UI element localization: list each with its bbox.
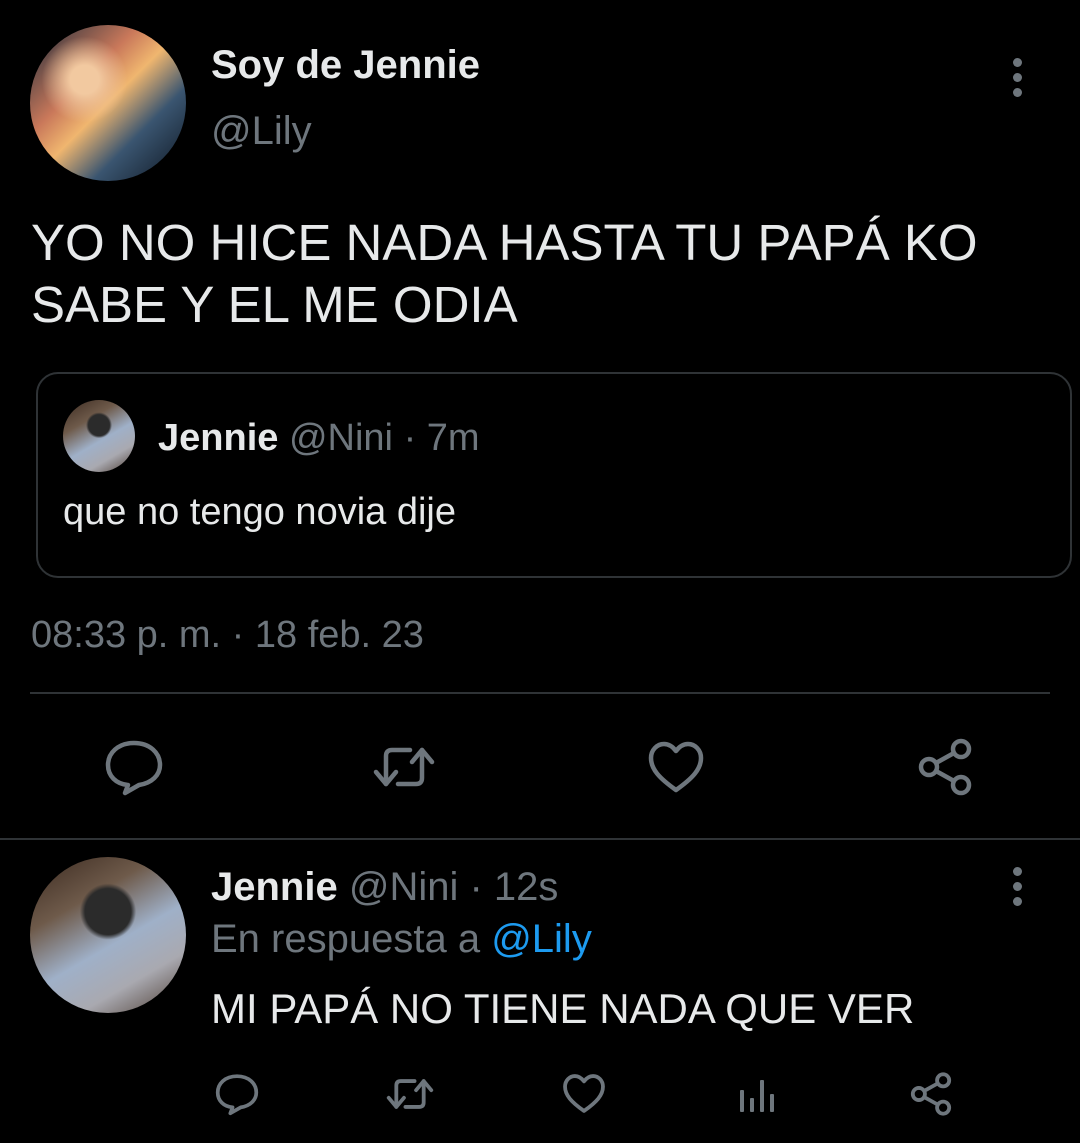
quoted-handle: @Nini (288, 417, 393, 459)
quoted-avatar (63, 400, 135, 472)
reply-display-name[interactable]: Jennie (211, 865, 338, 909)
divider (0, 838, 1080, 840)
handle[interactable]: @Lily (211, 108, 312, 154)
display-name[interactable]: Soy de Jennie (211, 42, 480, 88)
quoted-tweet[interactable] (36, 372, 1072, 578)
divider (30, 692, 1050, 694)
more-options-icon[interactable] (1011, 58, 1023, 97)
reply-handle[interactable]: @Nini (349, 865, 459, 909)
tweet-text: YO NO HICE NADA HASTA TU PAPÁ KO SABE Y … (31, 212, 978, 336)
reply-header: Jennie @Nini · 12s (211, 864, 558, 910)
more-options-icon[interactable] (1011, 867, 1023, 906)
reply-avatar[interactable] (30, 857, 186, 1013)
share-icon[interactable] (915, 738, 975, 796)
quoted-header: Jennie @Nini · 7m (158, 416, 480, 460)
tweet-text-line: SABE Y EL ME ODIA (31, 276, 518, 333)
like-icon[interactable] (647, 740, 705, 794)
replying-to-label: En respuesta a (211, 917, 481, 961)
like-icon[interactable] (562, 1073, 606, 1114)
quoted-text: que no tengo novia dije (63, 491, 456, 533)
tweet-text-line: YO NO HICE NADA HASTA TU PAPÁ KO (31, 214, 978, 271)
replying-to-handle[interactable]: @Lily (491, 917, 592, 961)
retweet-icon[interactable] (370, 742, 438, 792)
share-icon[interactable] (908, 1072, 954, 1116)
reply-text: MI PAPÁ NO TIENE NADA QUE VER (211, 985, 915, 1032)
quoted-display-name: Jennie (158, 417, 279, 459)
reply-icon[interactable] (103, 738, 165, 796)
avatar[interactable] (30, 25, 186, 181)
reply-icon[interactable] (214, 1072, 260, 1116)
replying-to: En respuesta a @Lily (211, 916, 592, 962)
reply-time: · 12s (469, 865, 559, 909)
analytics-icon[interactable] (737, 1076, 777, 1114)
timestamp: 08:33 p. m. · 18 feb. 23 (31, 614, 424, 656)
retweet-icon[interactable] (384, 1075, 436, 1113)
quoted-time: · 7m (403, 417, 480, 459)
